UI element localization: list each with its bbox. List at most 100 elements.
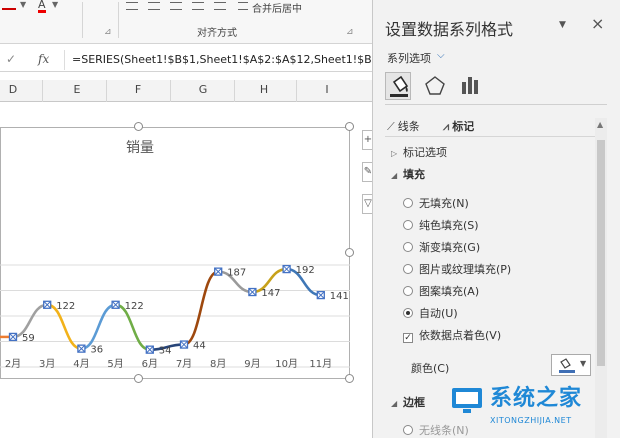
- section-marker-options-label: 标记选项: [403, 146, 447, 159]
- font-color-dropdown-icon[interactable]: ▼: [52, 0, 58, 9]
- data-label[interactable]: 34: [159, 346, 172, 357]
- watermark-subtext: XITONGZHIJIA.NET: [490, 416, 572, 425]
- column-header-g[interactable]: G: [193, 83, 213, 96]
- category-axis-label: 6月: [142, 358, 158, 370]
- column-header-h[interactable]: H: [254, 83, 274, 96]
- column-headers: D E F G H I: [0, 80, 372, 102]
- subtab-marker[interactable]: ⩘ 标记: [443, 118, 474, 134]
- enter-check-icon[interactable]: ✓: [6, 52, 16, 66]
- bar-chart-icon: [462, 77, 478, 94]
- align-right-icon[interactable]: [170, 2, 182, 10]
- fill-option-picture[interactable]: 图片或纹理填充(P): [403, 261, 511, 277]
- column-divider[interactable]: [42, 80, 43, 102]
- category-axis-label: 10月: [275, 358, 298, 370]
- subtab-marker-label: 标记: [452, 120, 475, 133]
- resize-handle-top-right[interactable]: [345, 122, 354, 131]
- radio-button[interactable]: [403, 220, 413, 230]
- section-fill[interactable]: ◢ 填充: [391, 166, 425, 182]
- data-label[interactable]: 187: [227, 268, 246, 279]
- fill-option-none[interactable]: 无填充(N): [403, 195, 469, 211]
- fill-option-pattern[interactable]: 图案填充(A): [403, 283, 479, 299]
- merge-center-button[interactable]: 合并后居中: [252, 0, 302, 15]
- data-label[interactable]: 59: [22, 333, 35, 344]
- data-label[interactable]: 44: [193, 341, 206, 352]
- column-header-e[interactable]: E: [67, 83, 87, 96]
- resize-handle-right[interactable]: [345, 248, 354, 257]
- radio-button[interactable]: [403, 264, 413, 274]
- column-header-i[interactable]: I: [317, 83, 337, 96]
- vary-colors-label: 依数据点着色(V): [419, 329, 502, 342]
- insert-function-button[interactable]: fx: [38, 52, 49, 66]
- pane-title: 设置数据系列格式: [385, 20, 514, 39]
- line-chart-plot[interactable]: 59 122 36 122 34 44 187 147 192 141 2月 3月 4月 5月 6月 7月 8月…: [0, 127, 350, 379]
- format-data-series-pane: 设置数据系列格式 ▼ × 系列选项 ⌵ ⟋ 线条 ⩘ 标记 ▷ 标记选项 ◢ 填…: [372, 0, 620, 438]
- category-axis-label: 11月: [309, 358, 332, 370]
- resize-handle-bottom[interactable]: [134, 374, 143, 383]
- chevron-down-icon: ◢: [391, 171, 398, 180]
- series-options-dropdown[interactable]: 系列选项: [387, 50, 431, 66]
- category-axis-label: 2月: [5, 358, 21, 370]
- scrollbar-thumb[interactable]: [597, 140, 605, 366]
- checkbox-checked-icon[interactable]: ✓: [403, 333, 413, 343]
- merge-center-icon[interactable]: [238, 2, 248, 10]
- chevron-down-icon: ▼: [580, 359, 587, 368]
- fill-option-solid[interactable]: 纯色填充(S): [403, 217, 479, 233]
- ribbon-separator: [82, 2, 83, 38]
- radio-button[interactable]: [403, 425, 413, 435]
- data-label[interactable]: 122: [125, 301, 144, 312]
- font-color-icon[interactable]: A: [38, 0, 46, 13]
- pentagon-icon: [425, 76, 445, 95]
- formula-input[interactable]: =SERIES(Sheet1!$B$1,Sheet1!$A$2:$A$12,Sh…: [72, 53, 396, 66]
- pane-options-dropdown-icon[interactable]: ▼: [559, 20, 566, 30]
- category-axis-label: 8月: [210, 358, 226, 370]
- watermark-text: 系统之家: [490, 386, 583, 411]
- radio-button[interactable]: [403, 286, 413, 296]
- data-label[interactable]: 192: [296, 265, 315, 276]
- tab-divider: [385, 104, 607, 105]
- tab-fill-line[interactable]: [385, 72, 411, 100]
- border-dropdown-icon[interactable]: ▼: [20, 0, 26, 9]
- series-line-segment[interactable]: [182, 270, 220, 346]
- resize-handle-bottom-right[interactable]: [345, 374, 354, 383]
- column-divider[interactable]: [234, 80, 235, 102]
- section-border[interactable]: ◢ 边框: [391, 394, 425, 410]
- data-label[interactable]: 147: [261, 288, 280, 299]
- underline-icon[interactable]: [2, 0, 16, 10]
- radio-button[interactable]: [403, 242, 413, 252]
- data-label[interactable]: 141: [330, 291, 349, 302]
- column-header-d[interactable]: D: [3, 83, 23, 96]
- section-marker-options[interactable]: ▷ 标记选项: [391, 144, 447, 160]
- close-icon[interactable]: ×: [591, 14, 604, 33]
- vary-colors-checkbox[interactable]: ✓ 依数据点着色(V): [403, 327, 501, 343]
- increase-indent-icon[interactable]: [214, 2, 226, 10]
- resize-handle-top[interactable]: [134, 122, 143, 131]
- data-label[interactable]: 36: [90, 345, 103, 356]
- column-divider[interactable]: [106, 80, 107, 102]
- align-center-icon[interactable]: [148, 2, 160, 10]
- tab-effects[interactable]: [422, 72, 448, 100]
- column-header-f[interactable]: F: [128, 83, 148, 96]
- series-line-segment[interactable]: [80, 303, 117, 350]
- tab-series-options[interactable]: [457, 72, 483, 100]
- font-group-launcher-icon[interactable]: ⊿: [104, 27, 112, 37]
- alignment-group-launcher-icon[interactable]: ⊿: [346, 27, 354, 37]
- radio-button[interactable]: [403, 198, 413, 208]
- chevron-down-icon: ◢: [391, 399, 398, 408]
- paint-bucket-icon: [559, 358, 575, 373]
- column-divider[interactable]: [170, 80, 171, 102]
- data-label[interactable]: 122: [56, 301, 75, 312]
- fill-option-label: 纯色填充(S): [419, 219, 479, 232]
- scroll-up-icon[interactable]: ▲: [597, 120, 603, 129]
- subtab-line[interactable]: ⟋ 线条: [387, 118, 420, 134]
- color-picker-button[interactable]: ▼: [551, 354, 591, 376]
- fill-option-automatic[interactable]: 自动(U): [403, 305, 458, 321]
- radio-button-selected[interactable]: [403, 308, 413, 318]
- decrease-indent-icon[interactable]: [192, 2, 204, 10]
- alignment-group-label: 对齐方式: [197, 28, 237, 39]
- category-axis-label: 3月: [39, 358, 55, 370]
- fill-option-gradient[interactable]: 渐变填充(G): [403, 239, 480, 255]
- column-divider[interactable]: [296, 80, 297, 102]
- subtab-line-label: 线条: [397, 120, 420, 133]
- chevron-down-icon[interactable]: ⌵: [437, 50, 445, 61]
- align-left-icon[interactable]: [126, 2, 138, 10]
